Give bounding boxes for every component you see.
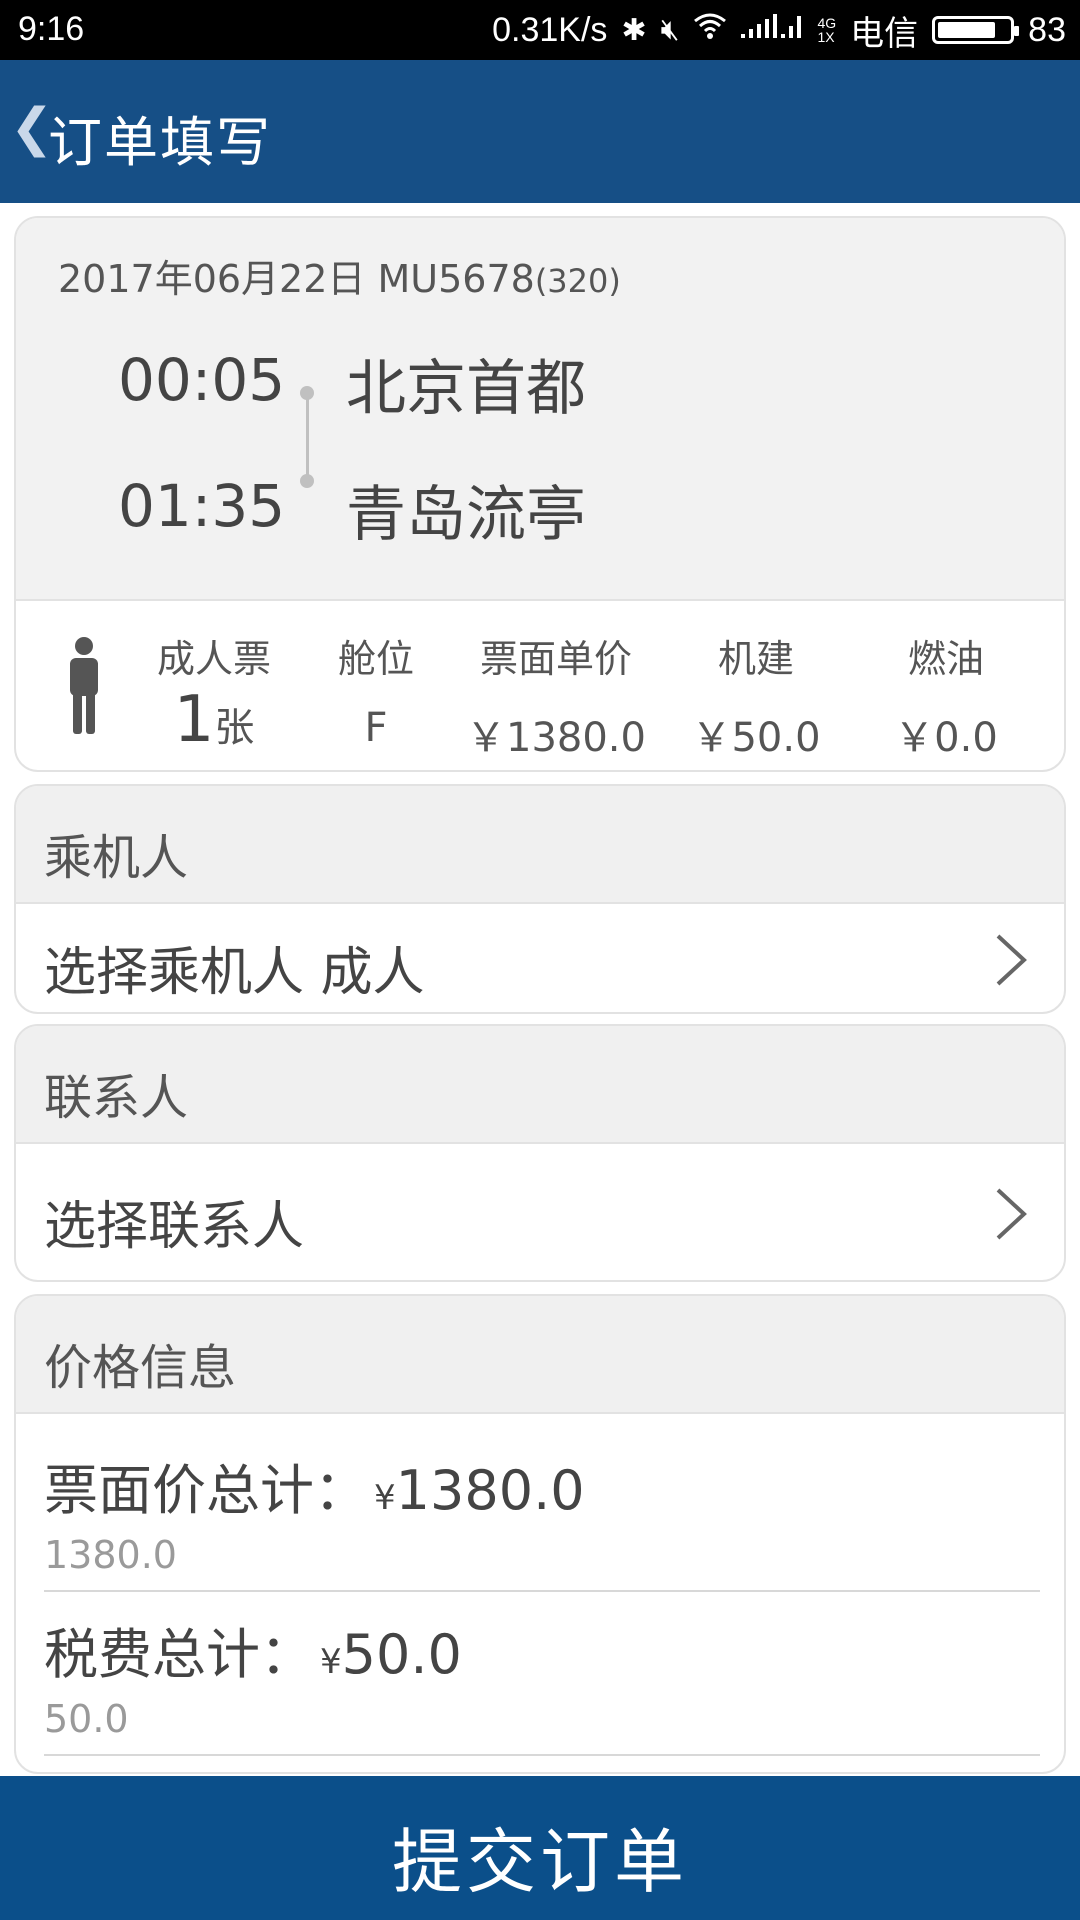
fare-total-amount: 1380.0	[395, 1459, 585, 1522]
carrier-name: 电信	[850, 14, 919, 53]
tax-total-sub: 50.0	[44, 1697, 129, 1741]
passenger-card: 乘机人 选择乘机人 成人	[14, 784, 1066, 1014]
page-title: 订单填写	[48, 111, 272, 174]
select-passenger-label: 选择乘机人 成人	[44, 943, 425, 1003]
aircraft-type: (320)	[534, 262, 621, 300]
unit-price-label: 票面单价	[479, 637, 632, 681]
airport-fee-col: 机建 ￥50.0	[676, 628, 836, 763]
cabin-label: 舱位	[337, 637, 414, 681]
airport-fee-label: 机建	[717, 637, 794, 681]
bluetooth-icon: ✱	[621, 13, 647, 47]
divider	[44, 1754, 1040, 1756]
status-icons: 0.31K/s ✱ 🔇︎ 4G 1X 电信 83	[492, 10, 1066, 53]
ticket-count: 1	[173, 683, 215, 757]
fuel-col: 燃油 ￥0.0	[876, 628, 1016, 763]
tax-total-amount: 50.0	[341, 1623, 462, 1686]
app-header: ❮ 订单填写	[0, 60, 1080, 203]
price-section-header: 价格信息	[16, 1296, 1064, 1414]
contact-card: 联系人 选择联系人	[14, 1024, 1066, 1282]
flight-date: 2017年06月22日 MU5678	[58, 257, 535, 301]
fare-total-row: 票面价总计： ¥1380.0 1380.0	[44, 1446, 1054, 1577]
cabin-col: 舱位 F	[316, 628, 436, 751]
network-type: 4G 1X	[817, 15, 837, 45]
battery-icon	[932, 16, 1020, 44]
select-contact-row[interactable]: 选择联系人	[16, 1158, 1064, 1268]
divider	[44, 1590, 1040, 1592]
price-section-title: 价格信息	[44, 1340, 237, 1396]
fare-total-label: 票面价总计：	[44, 1459, 368, 1522]
submit-order-label: 提交订单	[392, 1821, 688, 1903]
passenger-section-title: 乘机人	[44, 830, 189, 886]
tax-total-label: 税费总计：	[44, 1623, 314, 1686]
depart-airport: 北京首都	[346, 354, 586, 424]
flight-summary: 2017年06月22日 MU5678(320) 00:05 北京首都 01:35…	[16, 218, 1064, 601]
flight-date-number: 2017年06月22日 MU5678(320)	[58, 248, 621, 303]
fuel-label: 燃油	[907, 637, 984, 681]
fuel-value: ￥0.0	[894, 715, 998, 761]
select-contact-label: 选择联系人	[44, 1197, 305, 1257]
airport-fee-value: ￥50.0	[691, 715, 821, 761]
chevron-right-icon	[996, 1188, 1027, 1240]
tax-total-currency: ¥	[320, 1642, 342, 1682]
unit-price-value: ￥1380.0	[466, 715, 646, 761]
signal-icon	[741, 12, 803, 48]
status-bar: 9:16 0.31K/s ✱ 🔇︎ 4G 1X 电信 83	[0, 0, 1080, 60]
tax-total-row: 税费总计： ¥50.0 50.0	[44, 1610, 1054, 1741]
battery-level: 83	[1028, 10, 1066, 49]
contact-section-header: 联系人	[16, 1026, 1064, 1144]
flight-info-card: 2017年06月22日 MU5678(320) 00:05 北京首都 01:35…	[14, 216, 1066, 772]
price-col: 票面单价 ￥1380.0	[456, 628, 656, 763]
submit-order-button[interactable]: 提交订单	[0, 1776, 1080, 1920]
arrive-time: 01:35	[118, 472, 286, 540]
ticket-type-col: 成人票 1张	[134, 628, 294, 757]
fare-total-currency: ¥	[374, 1478, 396, 1518]
price-info-card: 价格信息 票面价总计： ¥1380.0 1380.0 税费总计： ¥50.0 50.…	[14, 1294, 1066, 1774]
net-speed: 0.31K/s	[492, 10, 608, 49]
contact-section-title: 联系人	[44, 1070, 189, 1126]
ticket-type-label: 成人票	[156, 637, 271, 681]
mute-icon: 🔇︎	[660, 13, 680, 46]
wifi-icon	[693, 12, 727, 48]
arrive-airport: 青岛流亭	[346, 480, 586, 550]
passenger-person-icon	[66, 636, 102, 738]
chevron-right-icon	[996, 934, 1027, 986]
route-line	[306, 392, 309, 478]
select-passenger-row[interactable]: 选择乘机人 成人	[16, 904, 1064, 1012]
route-dot-arrive	[300, 474, 314, 488]
route-dot-depart	[300, 386, 314, 400]
depart-time: 00:05	[118, 346, 286, 414]
ticket-count-unit: 张	[214, 705, 255, 751]
status-time: 9:16	[18, 10, 85, 48]
passenger-section-header: 乘机人	[16, 786, 1064, 904]
fare-total-sub: 1380.0	[44, 1533, 177, 1577]
cabin-value: F	[364, 705, 388, 751]
